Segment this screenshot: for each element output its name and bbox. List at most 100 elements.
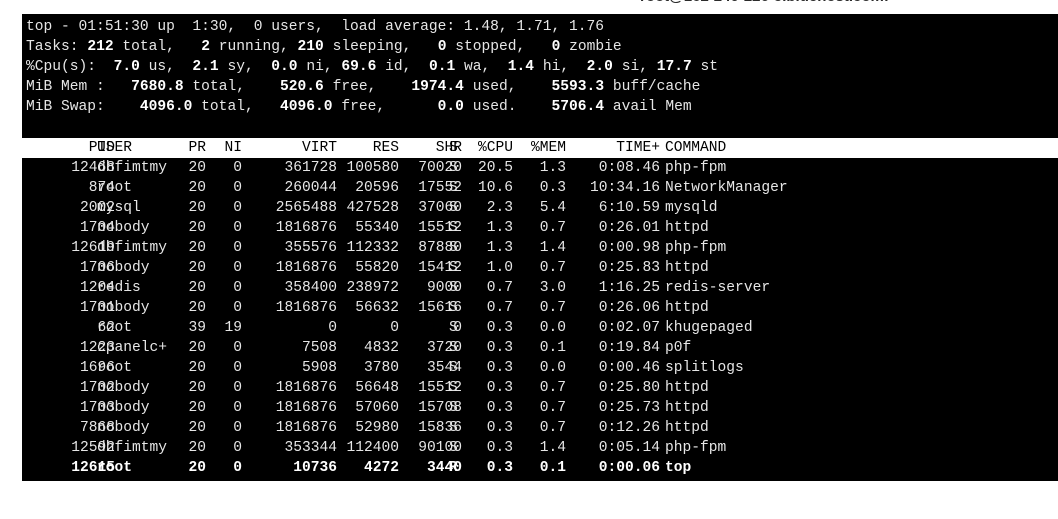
cell-mem: 0.7: [539, 300, 566, 316]
cell-mem: 1.4: [539, 440, 566, 456]
cell-pr: 20: [188, 160, 206, 176]
cell-mem: 0.0: [539, 360, 566, 376]
cell-res: 3780: [363, 360, 399, 376]
process-row: 12615 root 20 0 10736 4272 3440 R 0.3 0.1 0:00.06 t…: [22, 458, 1058, 478]
column-header-ni: NI: [224, 140, 242, 156]
cell-command: httpd: [665, 260, 709, 276]
cell-res: 100580: [346, 160, 399, 176]
cell-user: redis: [97, 280, 141, 296]
cell-cpu: 0.3: [486, 400, 513, 416]
process-row: 1223 cpanelc+ 20 0 7508 4832 3720 S 0.3 0.1 0:19.8…: [22, 338, 1058, 358]
cell-cpu: 0.3: [486, 340, 513, 356]
cell-pr: 20: [188, 460, 206, 476]
cell-mem: 1.3: [539, 160, 566, 176]
cell-time: 0:08.46: [598, 160, 660, 176]
cell-mem: 5.4: [539, 200, 566, 216]
cell-res: 238972: [346, 280, 399, 296]
cell-cpu: 20.5: [477, 160, 513, 176]
cell-user: root: [97, 360, 133, 376]
cell-command: php-fpm: [665, 440, 727, 456]
swap-line: MiB Swap: 4096.0 total, 4096.0 free, 0.0…: [26, 99, 692, 115]
cell-pr: 20: [188, 260, 206, 276]
cell-pr: 20: [188, 200, 206, 216]
cell-user: dhfimtmy: [97, 160, 168, 176]
cell-pr: 39: [188, 320, 206, 336]
cell-command: httpd: [665, 380, 709, 396]
cell-time: 6:10.59: [598, 200, 660, 216]
cell-pr: 20: [188, 180, 206, 196]
column-header-command: COMMAND: [665, 140, 727, 156]
cell-cpu: 0.7: [486, 280, 513, 296]
cell-command: NetworkManager: [665, 180, 788, 196]
process-table: 12468 dhfimtmy 20 0 361728 100580 70020 S 20.5 1.…: [22, 158, 1058, 478]
cell-user: nobody: [97, 420, 150, 436]
cell-command: php-fpm: [665, 240, 727, 256]
cell-user: root: [97, 180, 133, 196]
cell-ni: 0: [233, 460, 242, 476]
cell-pr: 20: [188, 400, 206, 416]
cell-res: 427528: [346, 200, 399, 216]
tasks-line: Tasks: 212 total, 2 running, 210 sleepin…: [26, 39, 622, 55]
cell-cpu: 1.3: [486, 240, 513, 256]
cell-ni: 0: [233, 340, 242, 356]
process-row: 1204 redis 20 0 358400 238972 9000 S 0.7 3.0 1:16.…: [22, 278, 1058, 298]
cell-cpu: 0.3: [486, 380, 513, 396]
cell-user: nobody: [97, 300, 150, 316]
cell-pr: 20: [188, 340, 206, 356]
process-row: 12619 dhfimtmy 20 0 355576 112332 87880 S 1.3 1.4…: [22, 238, 1058, 258]
cell-user: cpanelc+: [97, 340, 168, 356]
cell-cpu: 0.7: [486, 300, 513, 316]
process-row: 12592 dhfimtmy 20 0 353344 112400 90100 S 0.3 1.4…: [22, 438, 1058, 458]
process-row: 874 root 20 0 260044 20596 17552 S 10.6 0.3 10:34.…: [22, 178, 1058, 198]
cell-time: 0:19.84: [598, 340, 660, 356]
cell-ni: 0: [233, 440, 242, 456]
process-row: 62 root 39 19 0 0 0 S 0.3 0.0 0:02.07 khugepaged: [22, 318, 1058, 338]
process-row: 1703 nobody 20 0 1816876 57060 15708 S 0.3 0.7 0:2…: [22, 398, 1058, 418]
cell-mem: 0.7: [539, 400, 566, 416]
cell-cpu: 0.3: [486, 320, 513, 336]
cell-user: nobody: [97, 260, 150, 276]
cell-pr: 20: [188, 240, 206, 256]
cell-mem: 0.1: [539, 340, 566, 356]
cell-time: 0:00.06: [598, 460, 660, 476]
cell-user: root: [97, 320, 133, 336]
process-row: 2002 mysql 20 0 2565488 427528 37060 S 2.3 5.4 6:1…: [22, 198, 1058, 218]
cell-res: 112400: [346, 440, 399, 456]
cell-time: 0:26.01: [598, 220, 660, 236]
cell-res: 0: [390, 320, 399, 336]
cell-command: splitlogs: [665, 360, 744, 376]
terminal-window[interactable]: top - 01:51:30 up 1:30, 0 users, load av…: [22, 14, 1058, 481]
cell-command: p0f: [665, 340, 692, 356]
cell-ni: 0: [233, 280, 242, 296]
cell-command: mysqld: [665, 200, 718, 216]
cell-command: redis-server: [665, 280, 771, 296]
cell-pr: 20: [188, 300, 206, 316]
cell-command: httpd: [665, 220, 709, 236]
cell-ni: 0: [233, 200, 242, 216]
cell-res: 4832: [363, 340, 399, 356]
memory-line: MiB Mem : 7680.8 total, 520.6 free, 1974…: [26, 79, 701, 95]
cell-cpu: 1.3: [486, 220, 513, 236]
cell-time: 0:05.14: [598, 440, 660, 456]
cell-res: 20596: [355, 180, 399, 196]
process-row: 1704 nobody 20 0 1816876 55340 15512 S 1.3 0.7 0:2…: [22, 218, 1058, 238]
process-row: 1702 nobody 20 0 1816876 56648 15512 S 0.3 0.7 0:2…: [22, 378, 1058, 398]
cell-command: khugepaged: [665, 320, 753, 336]
cell-pr: 20: [188, 440, 206, 456]
cell-time: 1:16.25: [598, 280, 660, 296]
cell-command: httpd: [665, 300, 709, 316]
cell-mem: 0.3: [539, 180, 566, 196]
process-row: 12468 dhfimtmy 20 0 361728 100580 70020 S 20.5 1.…: [22, 158, 1058, 178]
column-header-time: TIME+: [616, 140, 660, 156]
cell-user: nobody: [97, 220, 150, 236]
summary-area: top - 01:51:30 up 1:30, 0 users, load av…: [26, 17, 718, 117]
cell-cpu: 0.3: [486, 420, 513, 436]
cell-res: 52980: [355, 420, 399, 436]
cell-pr: 20: [188, 420, 206, 436]
cell-cpu: 1.0: [486, 260, 513, 276]
cell-mem: 0.7: [539, 260, 566, 276]
cell-cpu: 2.3: [486, 200, 513, 216]
cell-user: dhfimtmy: [97, 440, 168, 456]
cell-time: 10:34.16: [589, 180, 660, 196]
cell-ni: 0: [233, 220, 242, 236]
